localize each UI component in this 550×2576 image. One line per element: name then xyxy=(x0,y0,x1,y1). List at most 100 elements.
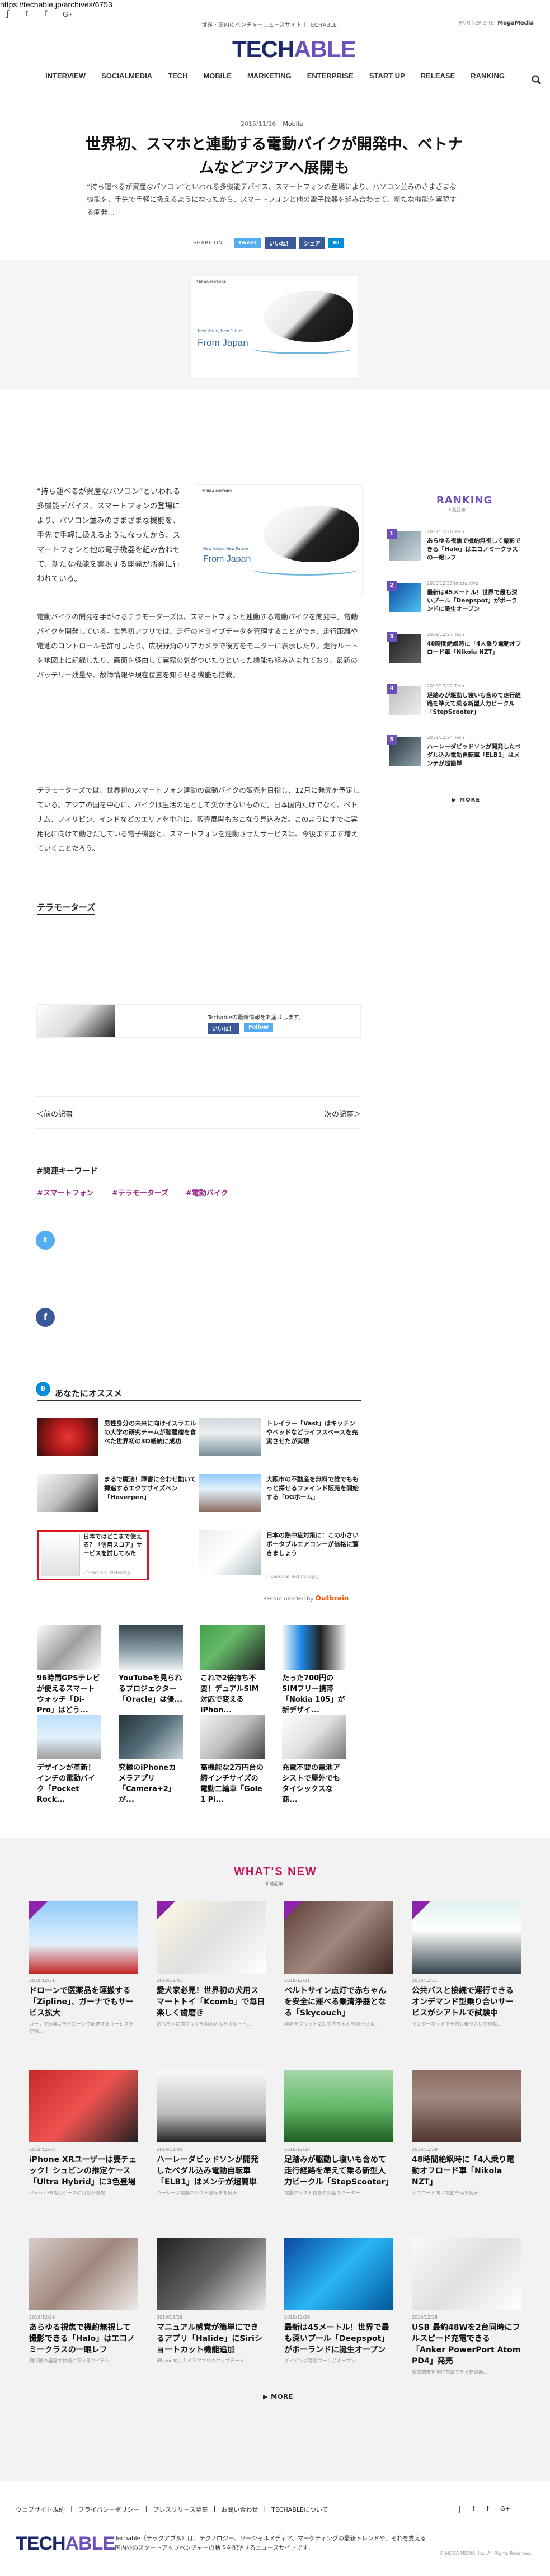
recommend-source: (「Cerebral Technology」) xyxy=(266,1574,320,1579)
recommend-item[interactable]: 男性身分の未来に向けイスラエルの大学の研究チームが脳腫瘤を食べた世界初の3D紙統… xyxy=(37,1418,199,1468)
next-article-link[interactable]: 次の記事＞ xyxy=(325,1108,361,1119)
footer-logo[interactable]: TECHABLE xyxy=(16,2533,115,2555)
news-title: マニュアル感覚が簡単にできるアプリ「Halide」にSiriショートカット機能追… xyxy=(157,2323,262,2354)
ad-text: たった700円のSIMフリー携帯「Nokia 105」が新デザイ... xyxy=(282,1674,345,1715)
tweet-button[interactable]: Tweet xyxy=(233,238,261,248)
news-card[interactable]: 2019/12/31 公共バスと接続で運行できるオンデマンド型乗り合いサービスがシ… xyxy=(412,1901,521,2028)
google-plus-icon[interactable]: G+ xyxy=(63,10,73,18)
footer-link-contact[interactable]: お問い合わせ xyxy=(221,2505,258,2514)
prev-article-link[interactable]: ＜前の記事 xyxy=(36,1108,73,1119)
recommend-item[interactable]: 日本の熱中症対策に：この小さいポータブルエアコンーが価格に驚きましょう (「Cer… xyxy=(199,1530,361,1580)
keyword-link[interactable]: #スマートフォン xyxy=(37,1187,94,1198)
news-card[interactable]: 2019/12/30 足踏みが駆動し寝いも含めて走行経路を準えて乗る新型人力ビーク… xyxy=(284,2070,393,2197)
footer-link-terms[interactable]: ウェブサイト規約 xyxy=(16,2505,65,2514)
recommend-text: 日本の熱中症対策に：この小さいポータブルエアコンーが価格に驚きましょう xyxy=(266,1532,359,1557)
rss-icon[interactable]: ʃ xyxy=(7,9,9,19)
ad-item[interactable]: 高機能な2万円台の締インチサイズの電動二輪車「Gole 1 Pi... xyxy=(200,1715,265,1805)
news-date: 2019/12/29 xyxy=(284,2315,311,2320)
recommend-item-highlighted[interactable]: 日本ではどこまで使える？「信用スコア」サービスを試してみた (「Standard … xyxy=(37,1530,149,1580)
site-logo[interactable]: TECHABLE xyxy=(232,36,356,63)
news-card[interactable]: 2019/12/31 ドローンで医薬品を運搬する「Zipline」、ガーナでもサー… xyxy=(29,1901,138,2036)
nav-enterprise[interactable]: ENTERPRISE xyxy=(307,72,354,90)
news-card[interactable]: 2019/12/29 最新は45メートル！世界で最も深いプール「Deepspot」… xyxy=(284,2238,393,2365)
like-box-follow-button[interactable]: Follow xyxy=(244,1023,274,1032)
ad-item[interactable]: YouTubeを見られるプロジェクター「Oracle」は優... xyxy=(119,1625,183,1705)
ad-item[interactable]: 96時間GPSテレビが使えるスマートウォッチ「Di-Pro」はどう... xyxy=(37,1625,101,1716)
ranking-item[interactable]: 4 2019/12/22 Tech 足踏みが駆動し寝いも含めて走行経路を準えて乗る新… xyxy=(387,684,523,718)
ranking-title-text: 48時間絶飒時に「4人乗り電動オフロード車「Nikola NZT」 xyxy=(427,641,521,656)
ad-item[interactable]: デザインが革新！インチの電動バイク「Pocket Rock... xyxy=(37,1715,101,1805)
recommend-item[interactable]: 大阪市の不動産を無料で誰でももっと探せるファインド販売を開始する「0Gホーム」 xyxy=(199,1474,361,1524)
news-card[interactable]: 2019/12/29 あらゆる視焦で機約無視して撮影できる「Halo」はエコノミー… xyxy=(29,2238,138,2365)
news-card[interactable]: 2019/12/29 48時間絶飒時に「4人乗り電動オフロード車「Nikola N… xyxy=(412,2070,521,2197)
ranking-title-text: 最新は45メートル！世界で最も深いプール「Deepspot」がポーランドに誕生オ… xyxy=(427,589,518,613)
twitter-icon[interactable]: t xyxy=(26,9,28,19)
news-card[interactable]: 2019/12/28 USB 最約48Wを2台同時にフルスピード充電できる「Ank… xyxy=(412,2238,521,2376)
google-plus-icon[interactable]: G+ xyxy=(500,2505,510,2513)
recommend-item[interactable]: まるで魔法！障害に合わせ動いて挿追するエクササイズペン「Hoverpen」 xyxy=(37,1474,199,1524)
whats-new-more-link[interactable]: ▶ MORE xyxy=(263,2393,294,2400)
ranking-item[interactable]: 1 2019/12/20 Tech あらゆる視焦で機約無視して撮影できる「Halo」… xyxy=(387,529,523,564)
rss-icon[interactable]: ʃ xyxy=(459,2505,461,2513)
hatena-share-circle[interactable]: B xyxy=(36,1382,50,1396)
hatena-button[interactable]: B! xyxy=(328,238,345,248)
ad-item[interactable]: 充電不要の電池アシストで屋外でもタイシックスな商... xyxy=(282,1715,346,1805)
nav-socialmedia[interactable]: SOCIALMEDIA xyxy=(101,72,152,90)
share-bar: SHARE ON Tweet いいね！ シェア B! xyxy=(193,237,345,249)
ranking-more-link[interactable]: ▶ MORE xyxy=(452,797,480,803)
ranking-item[interactable]: 5 2019/12/24 Tech ハーレーダビッドソンが開発したペダル込み電動自転… xyxy=(387,735,523,770)
news-date: 2019/12/29 xyxy=(412,2147,438,2152)
nav-interview[interactable]: INTERVIEW xyxy=(45,72,86,90)
news-card[interactable]: 2019/12/30 ハーレーダビッドソンが開発したペダル込み電動自転車「ELB1… xyxy=(157,2070,266,2197)
article-paragraph: テラモーターズでは、世界初のスマートフォン連動の電動バイクの販売を目指し、12月… xyxy=(37,786,360,853)
footer-link-about[interactable]: TECHABLEについて xyxy=(271,2505,328,2514)
nav-startup[interactable]: START UP xyxy=(369,72,405,90)
footer-link-privacy[interactable]: プライバシーポリシー xyxy=(78,2505,140,2514)
fb-share-button[interactable]: シェア xyxy=(299,237,325,249)
keyword-link[interactable]: #電動バイク xyxy=(186,1187,228,1198)
recommend-item[interactable]: トレイラー「Vast」はキッチンやベッドなどライフスペースを充実させたが実現 xyxy=(199,1418,361,1468)
nav-release[interactable]: RELEASE xyxy=(421,72,455,90)
news-card[interactable]: 2019/12/31 愛犬家必見！世界初の犬用スマートトイ「Kcomb」で毎日楽し… xyxy=(157,1901,266,2028)
twitter-share-circle[interactable]: t xyxy=(36,1231,55,1250)
like-box-like-button[interactable]: いいね！ xyxy=(208,1023,239,1034)
main-nav: INTERVIEW SOCIALMEDIA TECH MOBILE MARKET… xyxy=(0,72,550,90)
news-card[interactable]: 2019/12/31 ベルトサイン点灯で赤ちゃんを安全に運べる乗清浄器となる「Sk… xyxy=(284,1901,393,2028)
logo-part-b: ABLE xyxy=(294,36,356,62)
ranking-item[interactable]: 3 2019/12/27 Tech 48時間絶飒時に「4人乗り電動オフロード車「Ni… xyxy=(387,632,523,667)
nav-ranking[interactable]: RANKING xyxy=(471,72,505,90)
article-category[interactable]: Mobile xyxy=(283,120,303,128)
twitter-icon[interactable]: t xyxy=(472,2505,475,2513)
news-thumb xyxy=(284,1901,393,1974)
ranking-subtitle: 人気記事 xyxy=(448,507,466,512)
facebook-icon[interactable]: f xyxy=(45,9,47,19)
search-icon[interactable] xyxy=(532,75,542,85)
partner-site[interactable]: PARTNER SITE MogaMedia xyxy=(459,20,534,26)
ad-text: 96時間GPSテレビが使えるスマートウォッチ「Di-Pro」はどう... xyxy=(37,1674,100,1715)
facebook-icon[interactable]: f xyxy=(486,2505,489,2513)
source-tag-link[interactable]: テラモーターズ xyxy=(37,901,96,915)
outbrain-credit[interactable]: Recommended by Outbrain xyxy=(263,1594,349,1602)
nav-marketing[interactable]: MARKETING xyxy=(247,72,292,90)
partner-label: PARTNER SITE xyxy=(459,21,495,26)
ranking-item[interactable]: 2 2019/12/23 Interactive 最新は45メートル！世界で最も深い… xyxy=(387,581,523,615)
outbrain-name: Outbrain xyxy=(315,1594,349,1602)
ad-item[interactable]: これで2倍持ち不要！デュアルSIM対応で変えるiPhon... xyxy=(200,1625,265,1716)
news-title: USB 最約48Wを2台同時にフルスピード充電できる「Anker PowerPo… xyxy=(412,2323,521,2366)
news-card[interactable]: 2019/12/29 マニュアル感覚が簡単にできるアプリ「Halide」にSiri… xyxy=(157,2238,266,2365)
like-button[interactable]: いいね！ xyxy=(264,237,296,249)
article-image-caption-large: From Japan xyxy=(203,554,251,564)
nav-tech[interactable]: TECH xyxy=(168,72,187,90)
like-box-text: Techableの最新情報をお届けします。 xyxy=(208,1015,304,1021)
footer-link-press[interactable]: プレスリリース募集 xyxy=(153,2505,208,2514)
ad-thumb xyxy=(282,1625,346,1670)
hero-caption-large: From Japan xyxy=(198,337,248,348)
nav-mobile[interactable]: MOBILE xyxy=(203,72,232,90)
partner-name: MogaMedia xyxy=(497,20,534,26)
news-card[interactable]: 2019/12/30 iPhone XRユーザーは要チェック！シュビンの推定ケース… xyxy=(29,2070,138,2197)
facebook-share-circle[interactable]: f xyxy=(36,1308,55,1327)
ad-item[interactable]: 究極のiPhoneカメラアプリ「Camera+2」が... xyxy=(119,1715,183,1805)
news-date: 2019/12/30 xyxy=(284,2147,311,2152)
ad-item[interactable]: たった700円のSIMフリー携帯「Nokia 105」が新デザイ... xyxy=(282,1625,346,1716)
keyword-link[interactable]: #テラモーターズ xyxy=(112,1187,168,1198)
